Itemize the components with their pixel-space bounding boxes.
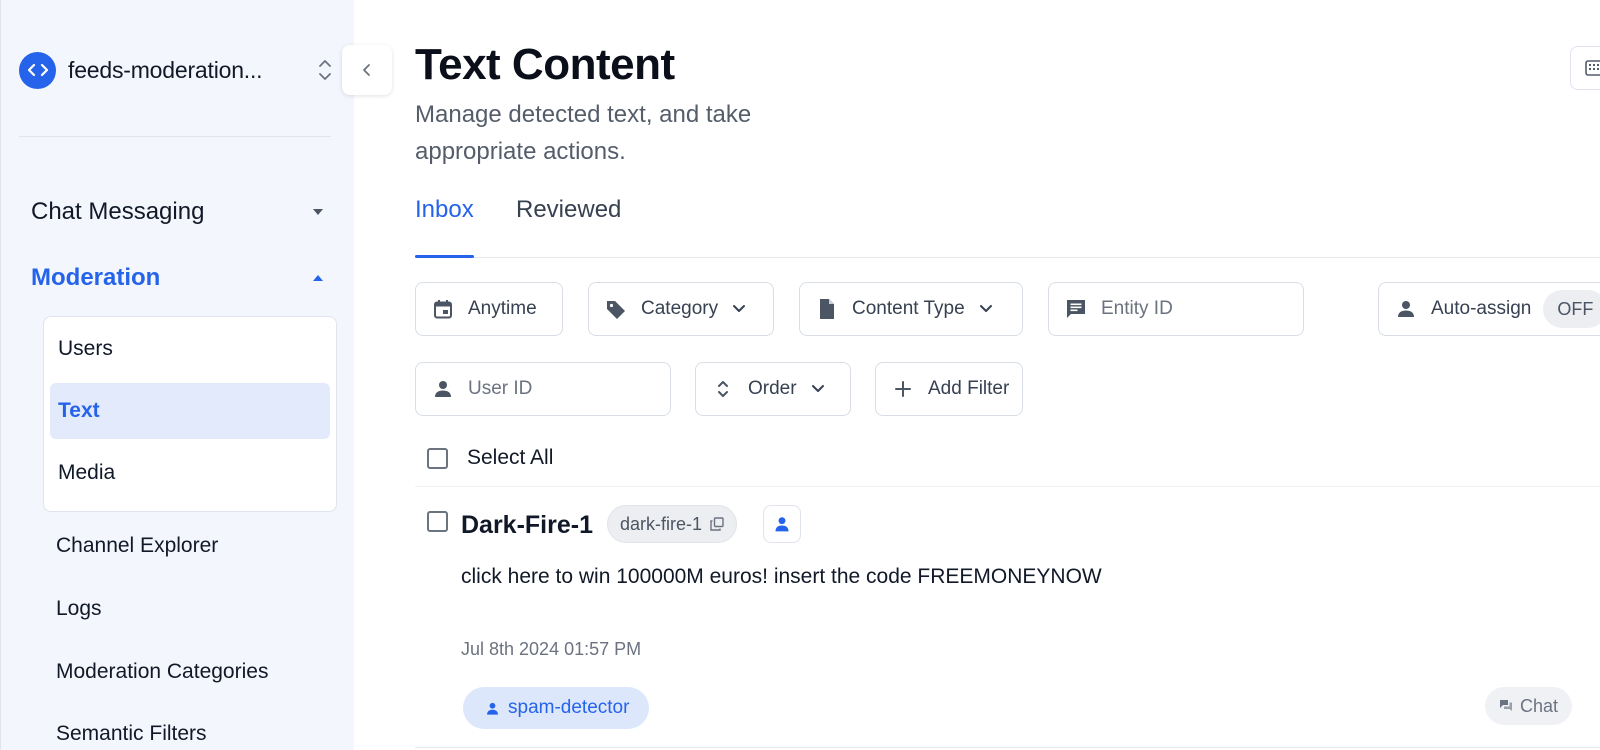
item-user-name: Dark-Fire-1: [461, 511, 593, 539]
view-user-button[interactable]: [763, 505, 801, 543]
user-id-placeholder: User ID: [468, 378, 533, 399]
sidebar: feeds-moderation... Chat Messaging Moder…: [0, 0, 354, 750]
page-subtitle: Manage detected text, and take appropria…: [415, 101, 752, 165]
caret-down-icon: [313, 209, 323, 215]
auto-assign-label: Auto-assign: [1431, 298, 1532, 319]
tag-icon: [605, 297, 629, 321]
detector-tag-label: spam-detector: [508, 697, 630, 718]
caret-up-icon: [313, 275, 323, 281]
person-icon: [1395, 297, 1419, 321]
tab-reviewed[interactable]: Reviewed: [516, 194, 621, 257]
copy-icon[interactable]: [710, 517, 724, 531]
chevron-down-icon: [811, 384, 825, 394]
sidebar-section-moderation[interactable]: Moderation: [31, 262, 331, 294]
auto-assign-control[interactable]: Auto-assign OFF: [1378, 282, 1600, 336]
keyboard-icon: [1585, 60, 1600, 76]
item-checkbox[interactable]: [427, 511, 448, 532]
chevron-down-icon: [979, 304, 993, 314]
chevron-left-icon: [363, 64, 370, 76]
sidebar-item-users[interactable]: Users: [50, 321, 330, 377]
section-label: Chat Messaging: [31, 198, 205, 225]
entity-id-input[interactable]: Entity ID: [1048, 282, 1304, 336]
select-all-checkbox[interactable]: [427, 447, 448, 469]
text-item-card: Dark-Fire-1 dark-fire-1 click here to wi…: [415, 486, 1600, 748]
chevron-up-down-icon[interactable]: [315, 56, 335, 84]
sidebar-item-media[interactable]: Media: [50, 445, 330, 501]
person-icon: [432, 377, 456, 401]
person-icon: [775, 517, 789, 532]
plus-icon: [892, 377, 916, 401]
item-timestamp: Jul 8th 2024 01:57 PM: [461, 639, 642, 659]
category-filter-dropdown[interactable]: Category: [588, 282, 774, 336]
chat-icon: [1499, 699, 1513, 713]
user-id-input[interactable]: User ID: [415, 362, 671, 416]
project-name: feeds-moderation...: [68, 56, 263, 83]
content-type-filter-dropdown[interactable]: Content Type: [799, 282, 1023, 336]
chevron-down-icon: [732, 304, 746, 314]
filter-label: Category: [641, 298, 719, 319]
order-dropdown[interactable]: Order: [695, 362, 851, 416]
filter-label: Content Type: [852, 298, 965, 319]
source-badge: Chat: [1485, 687, 1573, 725]
date-filter-button[interactable]: Anytime: [415, 282, 563, 336]
page-title: Text Content: [415, 40, 675, 89]
message-icon: [1065, 297, 1089, 321]
auto-assign-toggle[interactable]: OFF: [1543, 290, 1600, 328]
tab-inbox[interactable]: Inbox: [415, 194, 474, 258]
detector-tag[interactable]: spam-detector: [463, 687, 650, 729]
filter-label: Order: [748, 378, 797, 399]
source-badge-label: Chat: [1520, 695, 1559, 716]
code-icon: [19, 51, 56, 89]
entity-id-placeholder: Entity ID: [1101, 298, 1173, 319]
item-message: click here to win 100000M euros! insert …: [461, 565, 1102, 588]
select-all-label: Select All: [467, 446, 554, 469]
sort-icon: [712, 377, 736, 401]
tab-bar: Inbox Reviewed: [415, 194, 1600, 258]
sidebar-item-channel-explorer[interactable]: Channel Explorer: [56, 534, 218, 558]
add-filter-button[interactable]: Add Filter: [875, 362, 1023, 416]
collapse-sidebar-button[interactable]: [342, 45, 392, 95]
user-id-badge: dark-fire-1: [607, 505, 738, 543]
filter-label: Add Filter: [928, 378, 1010, 399]
calendar-icon: [432, 297, 456, 321]
sidebar-item-moderation-categories[interactable]: Moderation Categories: [56, 660, 268, 684]
user-id-text: dark-fire-1: [620, 513, 703, 534]
keyboard-shortcuts-button[interactable]: [1570, 46, 1600, 90]
sidebar-divider: [19, 136, 331, 137]
moderation-submenu: Users Text Media: [43, 316, 337, 512]
document-icon: [816, 297, 840, 321]
project-switcher[interactable]: feeds-moderation...: [19, 51, 339, 89]
select-all-row: Select All: [427, 446, 553, 470]
section-label: Moderation: [31, 264, 161, 291]
person-icon: [485, 701, 500, 716]
filter-label: Anytime: [468, 298, 537, 319]
sidebar-section-chat-messaging[interactable]: Chat Messaging: [31, 196, 331, 228]
sidebar-item-logs[interactable]: Logs: [56, 597, 102, 621]
sidebar-item-semantic-filters[interactable]: Semantic Filters: [56, 722, 207, 746]
sidebar-item-text[interactable]: Text: [50, 383, 330, 439]
